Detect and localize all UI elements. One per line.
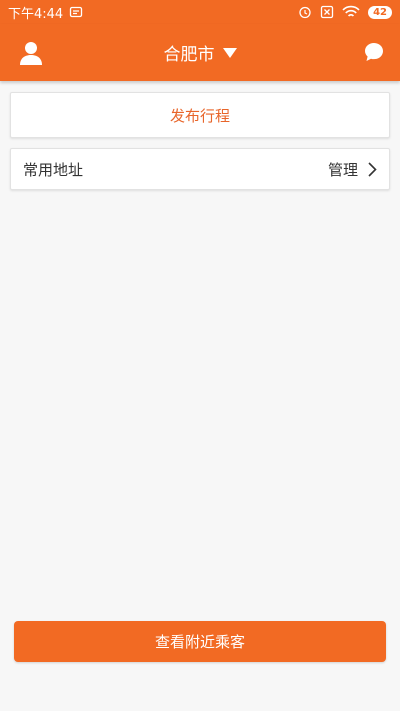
view-nearby-passengers-button[interactable]: 查看附近乘客: [14, 621, 386, 662]
user-icon[interactable]: [20, 41, 42, 65]
city-name[interactable]: 合肥市: [164, 40, 215, 65]
common-address-label: 常用地址: [23, 160, 84, 179]
publish-trip-label: 发布行程: [169, 106, 230, 125]
city-selector[interactable]: 合肥市: [0, 24, 400, 81]
status-time: 下午4:44: [8, 6, 64, 22]
manage-button[interactable]: 管理: [328, 159, 377, 180]
wifi-icon: [342, 5, 360, 19]
chat-bubble-icon[interactable]: [364, 42, 384, 62]
app-screen: 下午4:44 42 合肥市 发布行程 常用地址 管理 查看附近乘客: [0, 0, 400, 711]
caret-down-icon[interactable]: [222, 47, 237, 58]
publish-trip-button[interactable]: 发布行程: [10, 92, 390, 138]
sim-disabled-icon: [320, 5, 334, 19]
app-header: 合肥市: [0, 24, 400, 81]
notification-icon: [69, 5, 83, 19]
status-bar: 下午4:44 42: [0, 0, 400, 24]
alarm-icon: [298, 5, 312, 19]
common-address-row[interactable]: 常用地址 管理: [10, 148, 390, 190]
battery-icon: 42: [368, 5, 392, 19]
chevron-right-icon: [368, 161, 377, 177]
view-nearby-passengers-label: 查看附近乘客: [154, 633, 245, 651]
manage-label: 管理: [327, 160, 358, 179]
